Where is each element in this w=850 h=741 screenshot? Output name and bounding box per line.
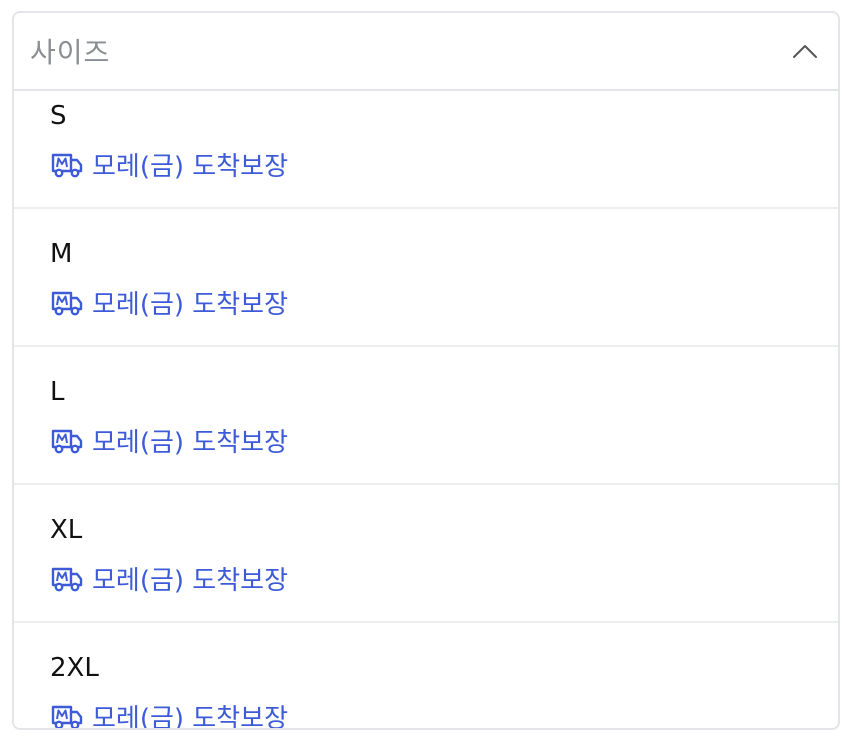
delivery-guarantee: 모레(금) 도착보장	[50, 284, 288, 321]
chevron-up-icon[interactable]	[792, 38, 818, 64]
size-option-label: XL	[50, 515, 83, 545]
size-dropdown-header[interactable]: 사이즈	[14, 13, 838, 91]
size-option-label: 2XL	[50, 653, 99, 683]
size-dropdown-label: 사이즈	[30, 36, 111, 69]
size-option-s[interactable]: S 모레(금) 도착보장	[14, 91, 838, 209]
delivery-text: 모레(금) 도착보장	[92, 428, 288, 458]
truck-icon	[51, 705, 83, 728]
size-option-xl[interactable]: XL 모레(금) 도착보장	[14, 485, 838, 623]
delivery-text: 모레(금) 도착보장	[92, 566, 288, 596]
delivery-guarantee: 모레(금) 도착보장	[50, 146, 288, 183]
delivery-guarantee: 모레(금) 도착보장	[50, 422, 288, 459]
delivery-text: 모레(금) 도착보장	[92, 704, 288, 728]
delivery-text: 모레(금) 도착보장	[92, 290, 288, 320]
delivery-guarantee: 모레(금) 도착보장	[50, 698, 288, 728]
truck-icon	[51, 567, 83, 591]
size-option-m[interactable]: M 모레(금) 도착보장	[14, 209, 838, 347]
size-options-list[interactable]: S 모레(금) 도착보장 M 모레(금) 도착보장 L 모레(금) 도착보장 X…	[14, 91, 838, 728]
delivery-guarantee: 모레(금) 도착보장	[50, 560, 288, 597]
size-option-l[interactable]: L 모레(금) 도착보장	[14, 347, 838, 485]
truck-icon	[51, 153, 83, 177]
size-option-2xl[interactable]: 2XL 모레(금) 도착보장	[14, 623, 838, 728]
size-option-label: S	[50, 101, 67, 131]
size-option-label: M	[50, 239, 73, 269]
truck-icon	[51, 291, 83, 315]
size-option-label: L	[50, 377, 65, 407]
truck-icon	[51, 429, 83, 453]
delivery-text: 모레(금) 도착보장	[92, 152, 288, 182]
size-dropdown[interactable]: 사이즈 S 모레(금) 도착보장 M 모레(금) 도착보장 L 모레(금) 도착…	[12, 11, 840, 730]
